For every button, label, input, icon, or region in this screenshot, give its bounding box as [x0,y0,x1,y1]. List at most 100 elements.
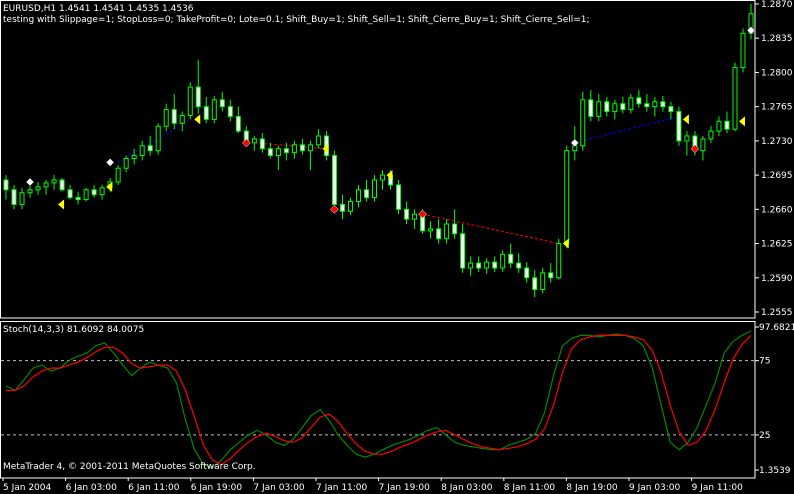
bear-candle [203,106,209,120]
sell-arrow-icon [58,199,65,210]
time-axis-label: 6 Jan 03:00 [66,483,118,493]
buy-marker-icon [570,138,580,148]
bull-candle [139,145,145,157]
bull-candle [500,253,506,269]
bull-candle [115,167,121,183]
buy-marker-icon [105,158,115,167]
bear-candle [171,109,177,124]
time-axis-label: 7 Jan 11:00 [316,483,368,493]
price-axis-label: 1.2765 [761,103,793,113]
bear-candle [476,262,482,269]
bear-candle [59,179,65,191]
bear-candle [283,148,289,154]
bull-candle [35,186,41,191]
price-pane-frame[interactable] [0,0,756,319]
bull-candle [123,157,129,169]
sell-arrow-icon [682,114,689,125]
stochastic-header: Stoch(14,3,3) 81.6092 84.0075 [3,325,145,335]
price-axis-label: 1.2695 [761,171,793,181]
stoch-axis-label: 1.3539 [759,466,791,476]
bull-candle [307,144,313,152]
chart-canvas[interactable]: 1.2870 1.2835 1.2800 1.2765 1.2730 1.2695 1.26… [0,0,794,494]
symbol-header: EURUSD,H1 1.4541 1.4541 1.4535 1.4536 [3,4,194,14]
copyright-notice: MetaTrader 4, © 2001-2011 MetaQuotes Sof… [3,462,256,472]
bear-candle [147,145,153,152]
sell-arrow-icon [194,114,201,125]
time-axis-label: 9 Jan 03:00 [629,483,681,493]
bear-candle [604,101,610,113]
price-axis-label: 1.2660 [761,205,793,215]
bear-candle [363,189,369,199]
time-axis-label: 9 Jan 11:00 [692,483,744,493]
time-axis-label: 7 Jan 19:00 [379,483,431,493]
bear-candle [235,115,241,132]
time-axis-label: 8 Jan 11:00 [504,483,556,493]
bull-candle [468,262,474,269]
bear-candle [267,148,273,157]
bear-candle [67,189,73,199]
mt4-chart-window[interactable]: 1.2870 1.2835 1.2800 1.2765 1.2730 1.2695 1.26… [0,0,794,494]
bear-candle [299,144,305,152]
stoch-signal-line [6,334,752,466]
time-axis-label: 6 Jan 11:00 [128,483,180,493]
bear-candle [668,106,674,113]
bull-candle [347,201,353,212]
bear-candle [508,253,514,264]
stoch-axis-label: 25 [759,431,770,441]
bear-candle [396,184,402,210]
bull-candle [732,67,738,130]
bear-candle [91,189,97,196]
bear-candle [452,223,458,235]
buy-trade-line [117,118,191,163]
bear-candle [331,155,337,205]
bull-candle [444,223,450,240]
bull-candle [179,114,185,124]
bull-candle [484,261,490,269]
close-marker-icon [330,204,339,214]
bull-candle [187,86,193,116]
bear-candle [524,267,530,279]
bull-candle [211,99,217,120]
bull-candle [155,125,161,152]
price-axis-label: 1.2625 [761,240,793,250]
bear-candle [11,189,17,205]
stoch-main-line [5,330,752,469]
bull-candle [564,150,570,245]
bear-candle [588,99,594,117]
bull-candle [716,120,722,132]
bull-candle [652,101,658,108]
stoch-axis-label: 75 [759,357,770,367]
bull-candle [163,109,169,127]
bear-candle [492,261,498,269]
price-axis-label: 1.2590 [761,274,793,284]
bull-candle [612,103,618,113]
bear-candle [195,86,201,108]
buy-marker-icon [25,177,35,187]
bull-candle [275,148,281,157]
bull-candle [684,135,690,142]
bear-candle [3,179,9,191]
bear-candle [436,228,442,240]
bull-candle [291,144,297,154]
bull-candle [371,179,377,199]
bull-candle [556,243,562,279]
bear-candle [259,138,265,150]
price-axis-label: 1.2835 [761,34,793,44]
bear-candle [548,272,554,279]
bull-candle [99,187,105,196]
price-axis-label: 1.2800 [761,68,793,78]
time-axis-label: 8 Jan 19:00 [566,483,618,493]
bear-candle [75,197,81,201]
buy-marker-icon [746,26,756,35]
bear-candle [404,208,410,220]
bull-candle [19,192,25,205]
test-parameters: testing with Slippage=1; StopLoss=0; Tak… [3,15,590,25]
bull-candle [315,135,321,146]
bull-candle [27,189,33,194]
bull-candle [596,101,602,117]
bear-candle [644,103,650,108]
bull-candle [740,32,746,69]
bear-candle [620,103,626,111]
bear-candle [227,106,233,117]
price-axis-label: 1.2555 [761,308,793,318]
